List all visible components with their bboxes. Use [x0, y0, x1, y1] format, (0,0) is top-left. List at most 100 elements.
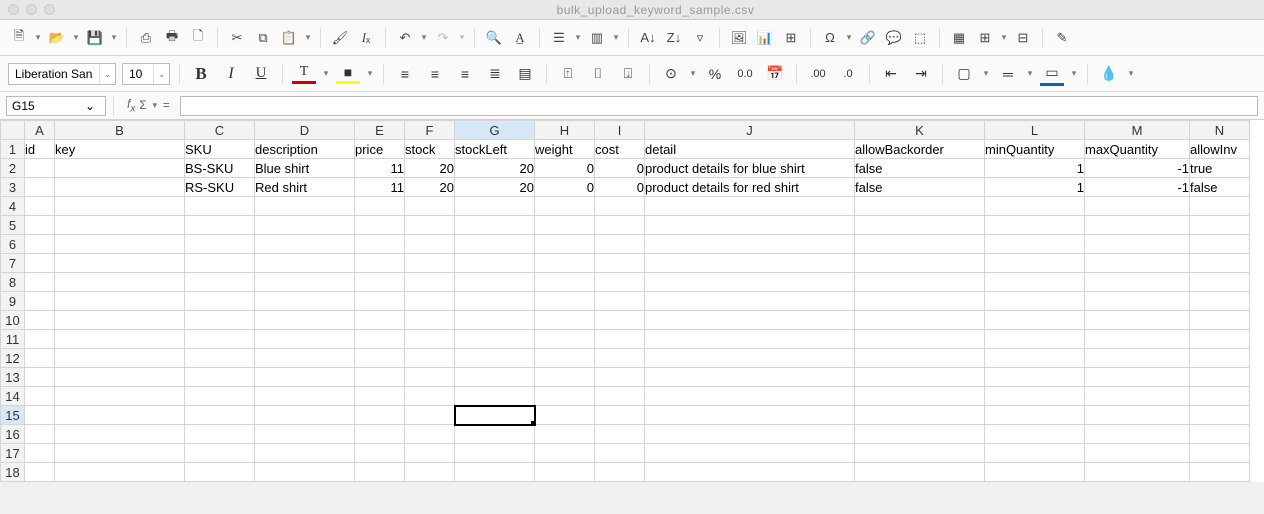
cell-D12[interactable]: [255, 349, 355, 368]
split-icon[interactable]: ⊞: [974, 27, 996, 49]
cell-C3[interactable]: RS-SKU: [185, 178, 255, 197]
row-header-7[interactable]: 7: [1, 254, 25, 273]
cell-A1[interactable]: id: [25, 140, 55, 159]
cell-D4[interactable]: [255, 197, 355, 216]
column-header-F[interactable]: F: [405, 121, 455, 140]
cell-I13[interactable]: [595, 368, 645, 387]
cell-L11[interactable]: [985, 330, 1085, 349]
cell-A16[interactable]: [25, 425, 55, 444]
cell-F15[interactable]: [405, 406, 455, 425]
sort-desc-icon[interactable]: Z↓: [663, 27, 685, 49]
cell-D18[interactable]: [255, 463, 355, 482]
cell-L4[interactable]: [985, 197, 1085, 216]
indent-dec-icon[interactable]: ⇤: [879, 62, 903, 86]
row-header-5[interactable]: 5: [1, 216, 25, 235]
row-header-14[interactable]: 14: [1, 387, 25, 406]
cell-E13[interactable]: [355, 368, 405, 387]
cell-A3[interactable]: [25, 178, 55, 197]
close-window-icon[interactable]: [8, 4, 19, 15]
cell-D1[interactable]: description: [255, 140, 355, 159]
column-header-D[interactable]: D: [255, 121, 355, 140]
font-name-combo[interactable]: ⌄: [8, 63, 116, 85]
cell-N13[interactable]: [1190, 368, 1250, 387]
split-dropdown-icon[interactable]: ▾: [1000, 32, 1008, 43]
cell-B5[interactable]: [55, 216, 185, 235]
cell-A5[interactable]: [25, 216, 55, 235]
wrap-text-icon[interactable]: ▤: [513, 62, 537, 86]
column-header-G[interactable]: G: [455, 121, 535, 140]
cell-J1[interactable]: detail: [645, 140, 855, 159]
cell-B14[interactable]: [55, 387, 185, 406]
cell-J8[interactable]: [645, 273, 855, 292]
align-left-icon[interactable]: ≡: [393, 62, 417, 86]
cell-J14[interactable]: [645, 387, 855, 406]
window-icon[interactable]: ⊟: [1012, 27, 1034, 49]
cell-B12[interactable]: [55, 349, 185, 368]
cell-I12[interactable]: [595, 349, 645, 368]
row-header-4[interactable]: 4: [1, 197, 25, 216]
cell-B16[interactable]: [55, 425, 185, 444]
row-header-17[interactable]: 17: [1, 444, 25, 463]
cell-N6[interactable]: [1190, 235, 1250, 254]
equals-icon[interactable]: =: [163, 98, 170, 112]
cell-J10[interactable]: [645, 311, 855, 330]
cell-M11[interactable]: [1085, 330, 1190, 349]
cell-M17[interactable]: [1085, 444, 1190, 463]
open-dropdown-icon[interactable]: ▾: [72, 32, 80, 43]
cell-C15[interactable]: [185, 406, 255, 425]
cell-L9[interactable]: [985, 292, 1085, 311]
zoom-window-icon[interactable]: [44, 4, 55, 15]
cell-G16[interactable]: [455, 425, 535, 444]
cell-A7[interactable]: [25, 254, 55, 273]
cell-D13[interactable]: [255, 368, 355, 387]
currency-icon[interactable]: ⊙: [659, 62, 683, 86]
cell-C5[interactable]: [185, 216, 255, 235]
save-icon[interactable]: 💾: [84, 27, 106, 49]
cell-J15[interactable]: [645, 406, 855, 425]
cell-E4[interactable]: [355, 197, 405, 216]
font-name-input[interactable]: [9, 64, 99, 84]
cell-C4[interactable]: [185, 197, 255, 216]
cell-M3[interactable]: -1: [1085, 178, 1190, 197]
cell-D8[interactable]: [255, 273, 355, 292]
row-icon[interactable]: ☰: [548, 27, 570, 49]
cell-L13[interactable]: [985, 368, 1085, 387]
cell-I4[interactable]: [595, 197, 645, 216]
cell-F18[interactable]: [405, 463, 455, 482]
new-doc-icon[interactable]: 🗎: [8, 27, 30, 49]
cell-I8[interactable]: [595, 273, 645, 292]
cell-N9[interactable]: [1190, 292, 1250, 311]
cell-D15[interactable]: [255, 406, 355, 425]
cell-G2[interactable]: 20: [455, 159, 535, 178]
cell-I3[interactable]: 0: [595, 178, 645, 197]
cell-I14[interactable]: [595, 387, 645, 406]
cell-A11[interactable]: [25, 330, 55, 349]
cell-L16[interactable]: [985, 425, 1085, 444]
cell-E16[interactable]: [355, 425, 405, 444]
cell-M15[interactable]: [1085, 406, 1190, 425]
cell-F8[interactable]: [405, 273, 455, 292]
cell-L14[interactable]: [985, 387, 1085, 406]
cell-F7[interactable]: [405, 254, 455, 273]
cell-K8[interactable]: [855, 273, 985, 292]
cell-K5[interactable]: [855, 216, 985, 235]
print-preview-icon[interactable]: 🗋: [187, 27, 209, 49]
cell-G3[interactable]: 20: [455, 178, 535, 197]
cell-C7[interactable]: [185, 254, 255, 273]
cell-I11[interactable]: [595, 330, 645, 349]
cell-B11[interactable]: [55, 330, 185, 349]
cell-C13[interactable]: [185, 368, 255, 387]
border-style-dropdown-icon[interactable]: ▾: [1026, 68, 1034, 79]
cell-M9[interactable]: [1085, 292, 1190, 311]
column-header-E[interactable]: E: [355, 121, 405, 140]
cell-L10[interactable]: [985, 311, 1085, 330]
cell-J7[interactable]: [645, 254, 855, 273]
find-icon[interactable]: 🔍: [483, 27, 505, 49]
cell-C12[interactable]: [185, 349, 255, 368]
cell-E7[interactable]: [355, 254, 405, 273]
cell-H14[interactable]: [535, 387, 595, 406]
cell-N1[interactable]: allowInv: [1190, 140, 1250, 159]
draw-icon[interactable]: ✎: [1051, 27, 1073, 49]
undo-dropdown-icon[interactable]: ▾: [420, 32, 428, 43]
date-icon[interactable]: 📅: [763, 62, 787, 86]
